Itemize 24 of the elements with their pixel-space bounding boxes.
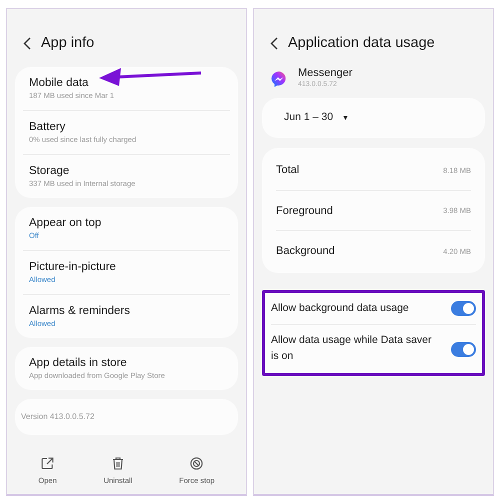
screen-title: Application data usage <box>288 34 435 53</box>
setting-title[interactable]: App details in store <box>29 356 224 371</box>
back-icon[interactable] <box>23 37 31 50</box>
open-external-icon <box>41 456 54 470</box>
setting-title[interactable]: Storage <box>29 164 224 179</box>
setting-title[interactable]: Mobile data <box>29 76 224 91</box>
toggle-switch[interactable] <box>451 342 476 356</box>
setting-title[interactable]: Battery <box>29 120 224 135</box>
screen-title: App info <box>41 34 94 53</box>
usage-label: Background <box>276 244 335 259</box>
stop-circle-icon <box>190 456 204 470</box>
toggle-label: Allow background data usage <box>271 300 409 316</box>
app-logo-icon <box>270 70 288 88</box>
toggle-switch[interactable] <box>451 300 476 316</box>
toggle-label: Allow data usage while Data saver is on <box>271 333 433 364</box>
usage-label: Foreground <box>276 204 333 218</box>
version-text: Version 413.0.0.5.72 <box>15 398 238 435</box>
setting-title[interactable]: Picture-in-picture <box>29 260 224 275</box>
usage-label: Total <box>276 163 300 178</box>
back-icon[interactable] <box>270 37 278 50</box>
app-name: Messenger <box>298 66 352 80</box>
trash-icon <box>112 456 124 470</box>
setting-title[interactable]: Appear on top <box>29 216 224 231</box>
setting-title[interactable]: Alarms & reminders <box>29 304 224 319</box>
